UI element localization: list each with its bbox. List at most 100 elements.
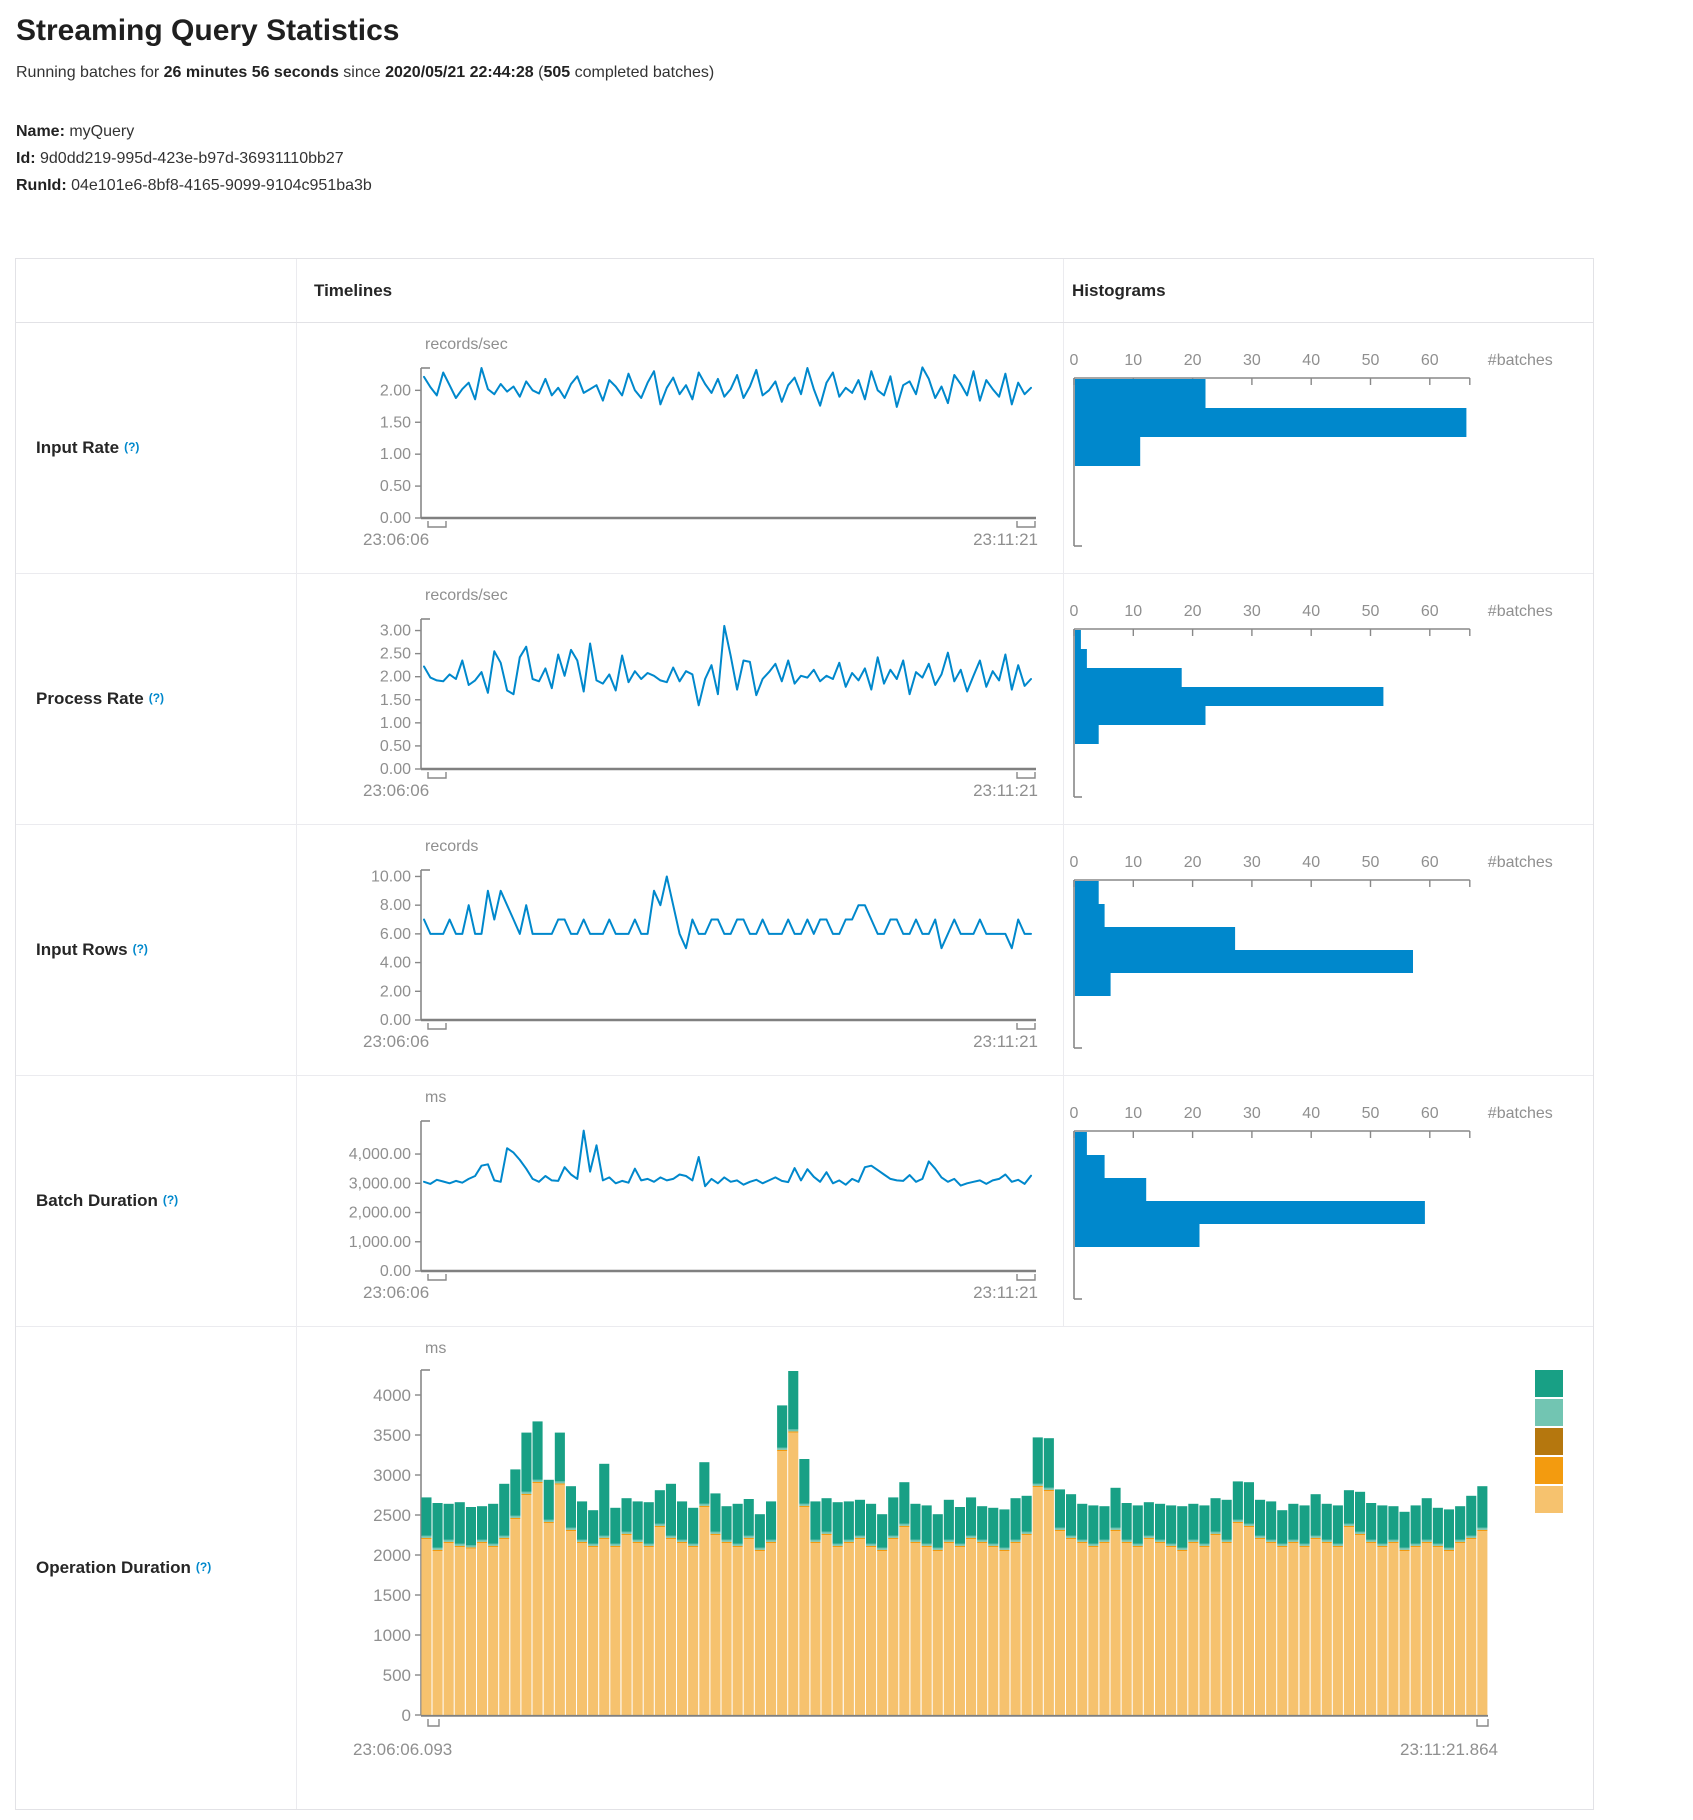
svg-text:50: 50 (1362, 1105, 1380, 1122)
meta-label: Name: (16, 123, 65, 140)
legend-swatch-series-light-teal (1535, 1399, 1563, 1426)
svg-text:0.00: 0.00 (380, 1263, 411, 1280)
svg-text:10: 10 (1124, 603, 1142, 620)
svg-text:30: 30 (1243, 1105, 1261, 1122)
process-rate-histogram-cell: 0102030405060#batches (1064, 574, 1593, 824)
histograms-header: Histograms (1064, 259, 1593, 322)
input-rate-timeline-cell: records/sec0.000.501.001.502.0023:06:062… (297, 323, 1064, 573)
process-rate-histogram-chart: 0102030405060#batches (1064, 574, 1593, 824)
subtitle-part: 26 minutes 56 seconds (164, 64, 339, 81)
svg-text:1.00: 1.00 (380, 446, 411, 463)
svg-text:23:06:06: 23:06:06 (363, 1032, 429, 1051)
row-label-text: Input Rows (36, 940, 128, 960)
process-rate-timeline-cell: records/sec0.000.501.001.502.002.503.002… (297, 574, 1064, 824)
batch-duration-histogram-cell: 0102030405060#batches (1064, 1076, 1593, 1326)
svg-text:0.00: 0.00 (380, 1012, 411, 1029)
meta-value: 04e101e6-8bf8-4165-9099-9104c951ba3b (67, 177, 372, 194)
svg-text:30: 30 (1243, 854, 1261, 871)
svg-text:4,000.00: 4,000.00 (349, 1146, 411, 1163)
svg-text:30: 30 (1243, 352, 1261, 369)
row-label-text: Process Rate (36, 689, 144, 709)
svg-text:23:11:21: 23:11:21 (973, 781, 1038, 800)
svg-text:2.00: 2.00 (380, 983, 411, 1000)
svg-text:23:11:21: 23:11:21 (973, 1283, 1038, 1302)
input-rate-histogram-chart: 0102030405060#batches (1064, 323, 1593, 573)
legend-swatch-series-orange (1535, 1457, 1563, 1484)
table-header-row: Timelines Histograms (16, 259, 1593, 323)
svg-text:60: 60 (1421, 1105, 1439, 1122)
subtitle-part: ( (534, 64, 544, 81)
svg-text:23:06:06: 23:06:06 (363, 530, 429, 549)
operation-duration-stacked-bar-chart: ms0500100015002000250030003500400023:06:… (297, 1327, 1593, 1809)
svg-text:2,000.00: 2,000.00 (349, 1205, 411, 1222)
operation-duration-cell: ms0500100015002000250030003500400023:06:… (297, 1327, 1593, 1809)
svg-text:records/sec: records/sec (425, 587, 508, 604)
statistics-table: Timelines Histograms Input Rate(?) record… (15, 258, 1594, 1810)
svg-text:10: 10 (1124, 352, 1142, 369)
meta-value: 9d0dd219-995d-423e-b97d-36931110bb27 (36, 150, 344, 167)
svg-text:20: 20 (1184, 854, 1202, 871)
svg-text:records: records (425, 838, 478, 855)
help-icon[interactable]: (?) (124, 440, 139, 454)
svg-text:records/sec: records/sec (425, 336, 508, 353)
svg-text:20: 20 (1184, 352, 1202, 369)
svg-text:1.50: 1.50 (380, 414, 411, 431)
svg-text:3.00: 3.00 (380, 623, 411, 640)
svg-text:#batches: #batches (1488, 854, 1553, 871)
meta-label: RunId: (16, 177, 67, 194)
meta-label: Id: (16, 150, 36, 167)
svg-text:2.50: 2.50 (380, 646, 411, 663)
subtitle-part: 2020/05/21 22:44:28 (385, 64, 534, 81)
svg-text:2.00: 2.00 (380, 669, 411, 686)
input-rows-timeline-cell: records0.002.004.006.008.0010.0023:06:06… (297, 825, 1064, 1075)
svg-text:10: 10 (1124, 854, 1142, 871)
svg-text:ms: ms (425, 1089, 446, 1106)
table-row-operation-duration: Operation Duration(?)ms05001000150020002… (16, 1327, 1593, 1809)
row-label-text: Batch Duration (36, 1191, 158, 1211)
input-rows-histogram-cell: 0102030405060#batches (1064, 825, 1593, 1075)
help-icon[interactable]: (?) (196, 1560, 211, 1574)
svg-text:3000: 3000 (373, 1466, 411, 1485)
table-row-batch-duration: Batch Duration(?)ms0.001,000.002,000.003… (16, 1076, 1593, 1327)
svg-text:60: 60 (1421, 603, 1439, 620)
svg-text:23:11:21.864: 23:11:21.864 (1400, 1740, 1498, 1759)
svg-text:40: 40 (1302, 352, 1320, 369)
svg-text:0: 0 (1070, 352, 1079, 369)
svg-text:#batches: #batches (1488, 352, 1553, 369)
svg-text:1000: 1000 (373, 1626, 411, 1645)
svg-text:60: 60 (1421, 854, 1439, 871)
svg-text:0: 0 (1070, 603, 1079, 620)
input-rows-timeline-chart: records0.002.004.006.008.0010.0023:06:06… (297, 825, 1064, 1075)
help-icon[interactable]: (?) (149, 691, 164, 705)
svg-text:0.50: 0.50 (380, 478, 411, 495)
svg-text:20: 20 (1184, 603, 1202, 620)
help-icon[interactable]: (?) (133, 942, 148, 956)
streaming-query-statistics-page: Streaming Query Statistics Running batch… (0, 0, 1693, 1820)
svg-text:23:06:06: 23:06:06 (363, 781, 429, 800)
meta-value: myQuery (65, 123, 134, 140)
running-batches-summary: Running batches for 26 minutes 56 second… (16, 64, 714, 82)
help-icon[interactable]: (?) (163, 1193, 178, 1207)
row-label-text: Operation Duration (36, 1558, 191, 1578)
meta-line: Id: 9d0dd219-995d-423e-b97d-36931110bb27 (16, 145, 372, 172)
svg-text:50: 50 (1362, 603, 1380, 620)
svg-text:ms: ms (425, 1340, 446, 1357)
svg-text:23:11:21: 23:11:21 (973, 530, 1038, 549)
meta-line: Name: myQuery (16, 118, 372, 145)
svg-text:500: 500 (383, 1666, 411, 1685)
legend-swatch-series-tan (1535, 1486, 1563, 1513)
row-label-input-rate: Input Rate(?) (16, 323, 297, 573)
svg-text:30: 30 (1243, 603, 1261, 620)
subtitle-part: since (339, 64, 385, 81)
svg-text:40: 40 (1302, 1105, 1320, 1122)
input-rate-timeline-chart: records/sec0.000.501.001.502.0023:06:062… (297, 323, 1064, 573)
subtitle-part: 505 (543, 64, 570, 81)
row-label-operation-duration: Operation Duration (?) (16, 1327, 297, 1809)
svg-text:60: 60 (1421, 352, 1439, 369)
svg-text:4000: 4000 (373, 1386, 411, 1405)
svg-text:23:06:06.093: 23:06:06.093 (353, 1740, 452, 1759)
svg-text:0.00: 0.00 (380, 761, 411, 778)
row-label-process-rate: Process Rate (?) (16, 574, 297, 824)
svg-text:0: 0 (402, 1706, 411, 1725)
empty-header-cell (16, 259, 297, 322)
